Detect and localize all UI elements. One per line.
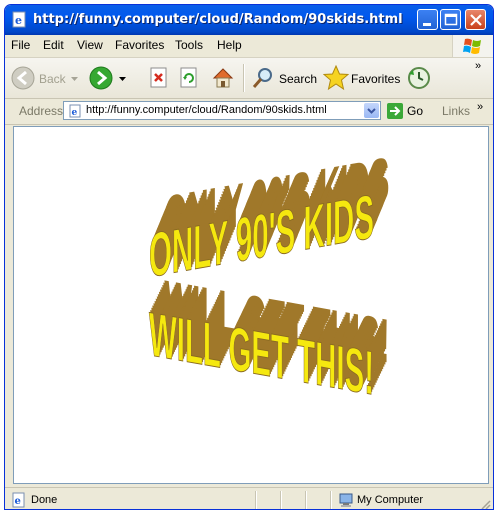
- menu-file[interactable]: File: [11, 38, 30, 52]
- go-button[interactable]: Go: [387, 102, 427, 120]
- resize-grip-icon[interactable]: [479, 498, 491, 510]
- ie-page-icon: e: [12, 11, 26, 28]
- menu-edit[interactable]: Edit: [43, 38, 64, 52]
- title-bar[interactable]: e http://funny.computer/cloud/Random/90s…: [5, 5, 493, 35]
- menu-tools[interactable]: Tools: [175, 38, 203, 52]
- menu-bar: File Edit View Favorites Tools Help: [5, 35, 493, 58]
- browser-window: e http://funny.computer/cloud/Random/90s…: [4, 4, 494, 510]
- refresh-button[interactable]: [179, 62, 201, 94]
- security-zone: My Computer: [357, 494, 424, 506]
- maximize-icon: [444, 13, 458, 26]
- svg-text:e: e: [72, 108, 78, 118]
- status-bar: e Done My Computer: [5, 487, 493, 510]
- address-dropdown-button[interactable]: [364, 103, 379, 118]
- address-bar: Address e http://funny.computer/cloud/Ra…: [5, 99, 493, 125]
- back-button[interactable]: Back: [11, 62, 81, 94]
- page-icon: e: [69, 104, 81, 118]
- toolbar-separator: [243, 64, 245, 92]
- status-divider: [305, 491, 307, 509]
- forward-button[interactable]: [89, 62, 139, 94]
- done-page-icon: e: [12, 492, 25, 508]
- standard-toolbar: Back Search Favorites »: [5, 58, 493, 99]
- home-icon: [212, 68, 234, 88]
- back-label: Back: [39, 72, 66, 86]
- search-icon: [252, 68, 272, 88]
- window-title: http://funny.computer/cloud/Random/90ski…: [33, 12, 403, 27]
- svg-text:e: e: [15, 496, 21, 507]
- history-icon: [408, 67, 430, 89]
- close-button[interactable]: [465, 9, 486, 30]
- computer-icon: [339, 493, 353, 507]
- menu-view[interactable]: View: [77, 38, 103, 52]
- menu-help[interactable]: Help: [217, 38, 242, 52]
- forward-dropdown-icon[interactable]: [119, 77, 126, 82]
- status-divider: [255, 491, 257, 509]
- minimize-button[interactable]: [417, 9, 438, 30]
- go-label: Go: [407, 104, 424, 118]
- windows-flag-icon: [463, 38, 481, 54]
- status-divider: [330, 491, 332, 509]
- back-arrow-icon: [11, 66, 35, 90]
- page-content: ONLY 90'S KIDS ONLY 90'S KIDS ONLY 90'S KI…: [13, 126, 489, 484]
- menu-favorites[interactable]: Favorites: [115, 38, 164, 52]
- refresh-icon: [180, 67, 197, 88]
- address-label: Address: [19, 104, 64, 118]
- wordart-line-2: WILL GET THIS!WILL GET THIS!WILL GET THI…: [149, 269, 390, 410]
- links-overflow[interactable]: »: [477, 101, 483, 113]
- favorites-star-icon: [323, 65, 349, 91]
- favorites-button[interactable]: Favorites: [323, 62, 401, 94]
- stop-button[interactable]: [149, 62, 171, 94]
- address-field[interactable]: e http://funny.computer/cloud/Random/90s…: [63, 101, 381, 120]
- minimize-icon: [423, 23, 431, 26]
- close-icon: [470, 14, 482, 26]
- chevron-down-icon: [367, 108, 376, 114]
- favorites-label: Favorites: [351, 72, 401, 86]
- svg-text:e: e: [15, 14, 22, 27]
- wordart-line-1: ONLY 90'S KIDSONLY 90'S KIDSONLY 90'S KI…: [149, 145, 390, 291]
- history-button[interactable]: [407, 62, 433, 94]
- stop-icon: [150, 67, 167, 88]
- go-arrow-icon: [387, 103, 403, 119]
- toolbar-overflow[interactable]: »: [475, 60, 481, 72]
- wordart-graphic: ONLY 90'S KIDSONLY 90'S KIDSONLY 90'S KI…: [149, 145, 390, 410]
- status-divider: [280, 491, 282, 509]
- links-label[interactable]: Links: [442, 104, 470, 118]
- back-dropdown-icon[interactable]: [71, 77, 78, 82]
- search-button[interactable]: Search: [251, 62, 317, 94]
- address-url[interactable]: http://funny.computer/cloud/Random/90ski…: [86, 104, 327, 116]
- windows-logo: [452, 35, 493, 57]
- search-label: Search: [279, 72, 318, 86]
- status-text: Done: [31, 494, 58, 506]
- forward-arrow-icon: [89, 66, 113, 90]
- home-button[interactable]: [211, 62, 237, 94]
- maximize-button[interactable]: [440, 9, 461, 30]
